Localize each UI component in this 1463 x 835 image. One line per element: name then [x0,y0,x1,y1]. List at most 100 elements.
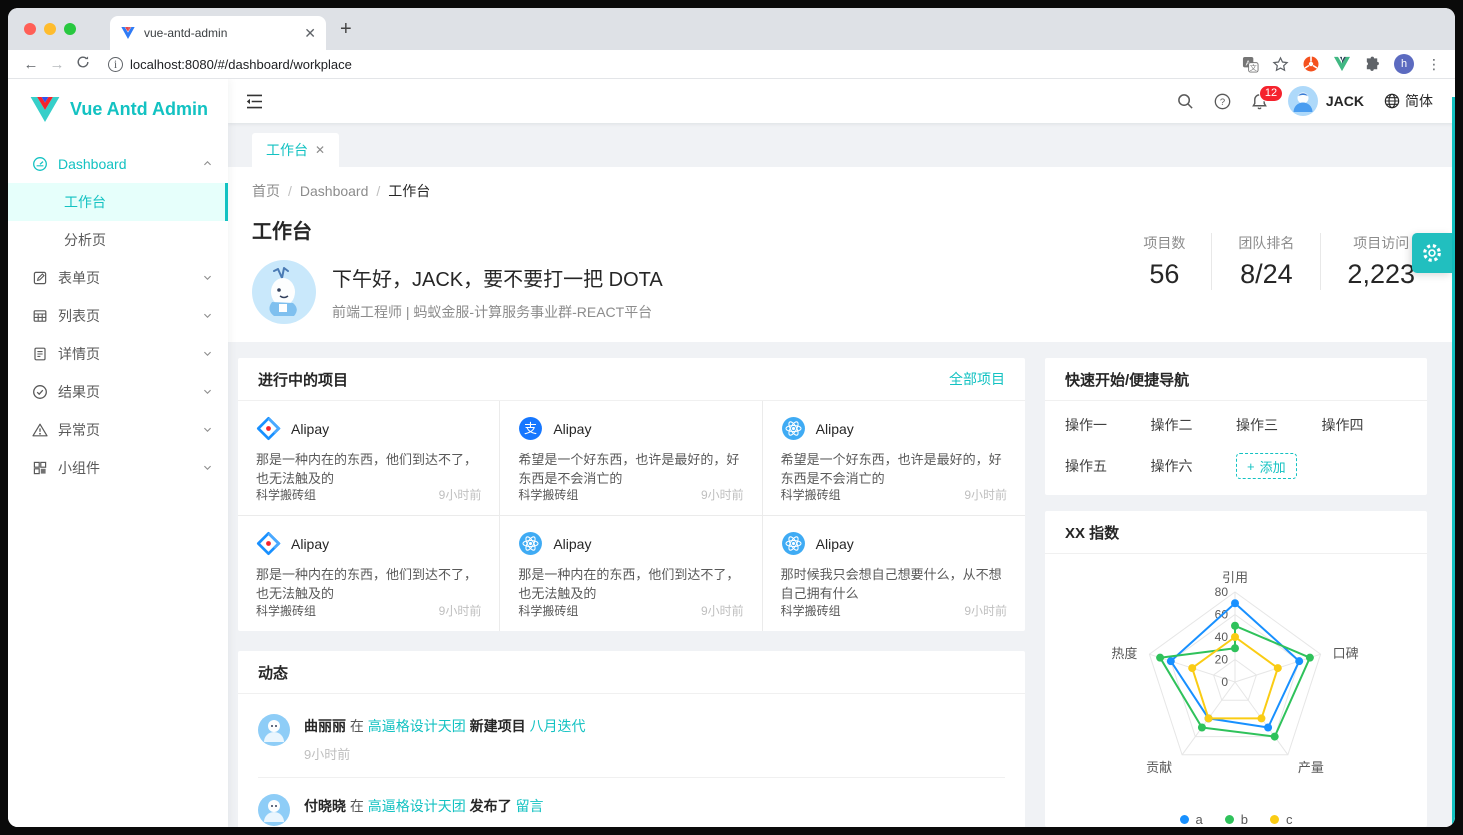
user-menu[interactable]: JACK [1288,86,1364,116]
refresh-icon[interactable] [70,55,96,73]
sidebar-item-小组件[interactable]: 小组件 [8,449,228,487]
project-desc: 那是一种内在的东西，他们到达不了，也无法触及的 [256,565,481,602]
new-tab-button[interactable]: + [340,18,352,41]
project-name[interactable]: Alipay [816,536,854,552]
vue-devtools-icon[interactable] [1333,56,1351,72]
sidebar-subitem-分析页[interactable]: 分析页 [8,221,228,259]
tab-close-icon[interactable]: ✕ [304,26,316,40]
quick-link-操作三[interactable]: 操作三 [1236,415,1322,435]
app-logo[interactable]: Vue Antd Admin [8,87,228,131]
project-time: 9小时前 [964,602,1007,619]
sidebar-menu: Dashboard工作台分析页表单页列表页详情页结果页异常页小组件 [8,145,228,487]
project-group-link[interactable]: 科学搬砖组 [781,486,841,503]
quicknav-card: 快速开始/便捷导航 操作一操作二操作三操作四操作五操作六+添加 [1045,358,1427,495]
project-card[interactable]: Alipay那是一种内在的东西，他们到达不了，也无法触及的科学搬砖组9小时前 [238,401,500,516]
maximize-window-button[interactable] [64,23,76,35]
stat-label: 项目访问 [1347,233,1415,253]
address-bar[interactable]: i localhost:8080/#/dashboard/workplace [108,57,1242,72]
page-tab-workplace[interactable]: 工作台 ✕ [252,133,339,167]
activity-link[interactable]: 高逼格设计天团 [368,798,466,814]
notification-bell[interactable]: 12 [1251,93,1268,110]
activity-avatar [258,714,290,746]
all-projects-link[interactable]: 全部项目 [949,369,1005,389]
project-card[interactable]: Alipay 那时候我只会想自己想要什么，从不想自己拥有什么科学搬砖组 9小时前 [763,516,1025,631]
legend-item-c[interactable]: c [1270,812,1293,827]
content-body: 进行中的项目 全部项目 Alipay那是一种内在的东西，他们到达不了，也无法触及… [228,342,1455,827]
project-desc: 那时候我只会想自己想要什么，从不想自己拥有什么 [781,565,1007,602]
project-name[interactable]: Alipay [291,536,329,552]
chrome-toolbar: ← → i localhost:8080/#/dashboard/workpla… [8,50,1455,79]
language-label: 简体 [1405,91,1433,111]
breadcrumb-item[interactable]: 首页 [252,183,280,199]
check-icon [32,384,48,400]
page-tab-close-icon[interactable]: ✕ [315,143,325,157]
search-icon[interactable] [1177,93,1194,110]
extension-orange-icon[interactable] [1302,55,1320,73]
sidebar-subitem-工作台[interactable]: 工作台 [8,183,228,221]
activity-link[interactable]: 八月迭代 [530,718,586,734]
quick-link-操作五[interactable]: 操作五 [1065,456,1151,476]
project-name[interactable]: Alipay [816,421,854,437]
radar-tick-label: 20 [1215,653,1229,667]
react-icon [781,531,806,556]
sidebar-item-label: 结果页 [58,382,100,402]
quick-link-操作一[interactable]: 操作一 [1065,415,1151,435]
project-name[interactable]: Alipay [553,421,591,437]
project-group-link[interactable]: 科学搬砖组 [518,486,578,503]
chrome-menu-icon[interactable]: ⋮ [1427,56,1441,73]
tab-title: vue-antd-admin [144,26,296,40]
breadcrumb-item: 工作台 [388,183,430,199]
legend-item-b[interactable]: b [1225,812,1248,827]
quick-link-操作二[interactable]: 操作二 [1151,415,1237,435]
sidebar-item-结果页[interactable]: 结果页 [8,373,228,411]
projects-card-title: 进行中的项目 [258,369,949,390]
project-group-link[interactable]: 科学搬砖组 [256,602,316,619]
theme-settings-button[interactable] [1412,233,1452,273]
legend-label: a [1196,812,1203,827]
project-desc: 那是一种内在的东西，他们到达不了，也无法触及的 [518,565,743,602]
legend-dot [1180,815,1189,824]
chrome-profile-avatar[interactable]: h [1394,54,1414,74]
activity-card-title: 动态 [258,662,1005,683]
sidebar-item-异常页[interactable]: 异常页 [8,411,228,449]
breadcrumb-item[interactable]: Dashboard [300,183,369,199]
sidebar-item-表单页[interactable]: 表单页 [8,259,228,297]
browser-tab[interactable]: vue-antd-admin ✕ [110,16,326,50]
minimize-window-button[interactable] [44,23,56,35]
project-group-link[interactable]: 科学搬砖组 [781,602,841,619]
help-icon[interactable]: ? [1214,93,1231,110]
url-text[interactable]: localhost:8080/#/dashboard/workplace [130,57,352,72]
extensions-puzzle-icon[interactable] [1364,56,1381,73]
project-group-link[interactable]: 科学搬砖组 [256,486,316,503]
sidebar-item-Dashboard[interactable]: Dashboard [8,145,228,183]
quick-link-操作六[interactable]: 操作六 [1151,456,1237,476]
project-name[interactable]: Alipay [291,421,329,437]
sidebar-item-详情页[interactable]: 详情页 [8,335,228,373]
project-group-link[interactable]: 科学搬砖组 [518,602,578,619]
add-quicklink-button[interactable]: +添加 [1236,453,1297,479]
site-info-icon[interactable]: i [108,57,123,72]
activity-link[interactable]: 高逼格设计天团 [368,718,466,734]
activity-link[interactable]: 留言 [516,798,544,814]
quick-link-操作四[interactable]: 操作四 [1322,415,1408,435]
stat-项目数: 项目数56 [1117,233,1212,290]
project-desc: 希望是一个好东西，也许是最好的，好东西是不会消亡的 [518,450,743,486]
bookmark-star-icon[interactable] [1272,56,1289,73]
project-card[interactable]: 支Alipay希望是一个好东西，也许是最好的，好东西是不会消亡的科学搬砖组9小时… [500,401,762,516]
stat-value: 8/24 [1238,259,1294,290]
project-card[interactable]: Alipay希望是一个好东西，也许是最好的，好东西是不会消亡的科学搬砖组9小时前 [763,401,1025,516]
translate-icon[interactable]: A文 [1242,56,1259,73]
back-icon[interactable]: ← [18,56,44,73]
user-avatar [1288,86,1318,116]
menu-fold-icon[interactable] [228,79,281,123]
project-card[interactable]: Alipay那是一种内在的东西，他们到达不了，也无法触及的科学搬砖组9小时前 [500,516,762,631]
legend-item-a[interactable]: a [1180,812,1203,827]
dashboard-icon [32,156,48,172]
close-window-button[interactable] [24,23,36,35]
project-name[interactable]: Alipay [553,536,591,552]
profile-icon [32,346,48,362]
sidebar-item-列表页[interactable]: 列表页 [8,297,228,335]
forward-icon[interactable]: → [44,56,70,73]
project-card[interactable]: Alipay那是一种内在的东西，他们到达不了，也无法触及的科学搬砖组9小时前 [238,516,500,631]
language-switcher[interactable]: 简体 [1384,91,1433,111]
